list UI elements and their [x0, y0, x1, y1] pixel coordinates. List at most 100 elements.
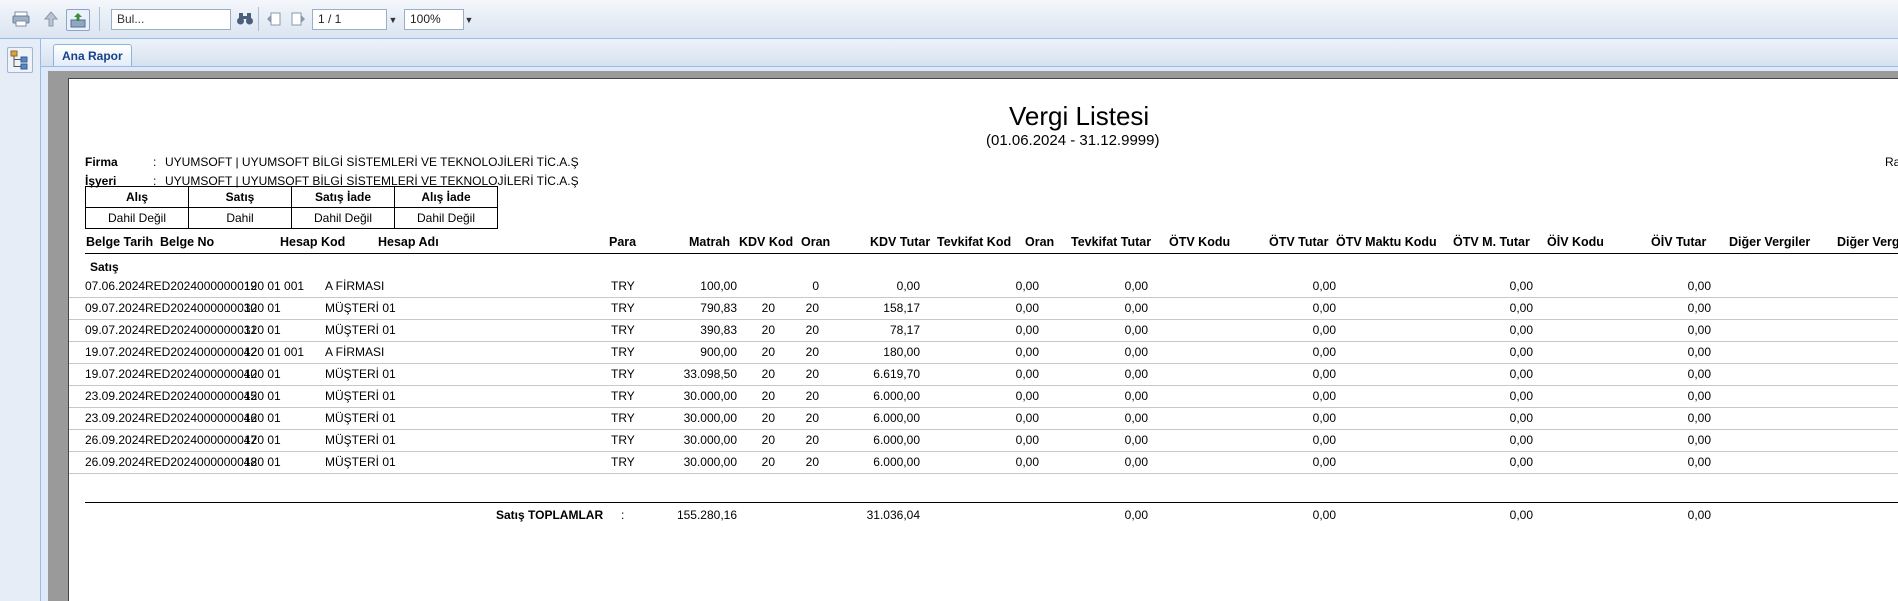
cell-kdv-kod: 20 [761, 433, 775, 447]
cell-tevkifat-tutar: 0,00 [1124, 367, 1148, 381]
cell-hesap-kod: 120 01 [244, 301, 281, 315]
cell-hesap-kod: 120 01 001 [244, 279, 305, 293]
tax-header-alis-iade: Alış İade [394, 186, 498, 208]
cell-kdv-oran: 20 [805, 411, 819, 425]
cell-otv-tutar: 0,00 [1312, 389, 1336, 403]
cell-tevkifat-tutar: 0,00 [1124, 389, 1148, 403]
cell-belge-no: RED2024000000042 [145, 345, 258, 359]
cell-hesap-kod: 120 01 [244, 323, 281, 337]
upload-icon[interactable] [40, 9, 62, 29]
cell-tevkifat-tutar: 0,00 [1124, 301, 1148, 315]
cell-otv-m-tutar: 0,00 [1509, 411, 1533, 425]
cell-kdv-kod: 20 [761, 411, 775, 425]
cell-kdv-tutar: 6.000,00 [873, 455, 920, 469]
cell-hesap-kod: 120 01 [244, 389, 281, 403]
totals-separator [85, 502, 1898, 503]
cell-hesap-adi: A FİRMASI [325, 345, 385, 359]
export-icon[interactable] [66, 9, 90, 31]
cell-hesap-kod: 120 01 [244, 433, 281, 447]
cell-kdv-oran: 20 [805, 323, 819, 337]
cell-hesap-adi: MÜŞTERİ 01 [325, 323, 396, 337]
cell-oiv-tutar: 0,00 [1687, 455, 1711, 469]
zoom-dropdown-chevron-icon[interactable]: ▼ [463, 9, 475, 30]
tax-value-satis: Dahil [188, 207, 292, 229]
cell-otv-m-tutar: 0,00 [1509, 455, 1533, 469]
cell-para: TRY [611, 411, 635, 425]
document-map-icon[interactable] [7, 47, 33, 73]
col-tevkifat-oran: Oran [1025, 235, 1055, 249]
cell-kdv-oran: 20 [805, 367, 819, 381]
cell-belge-tarih: 09.07.2024 [85, 301, 146, 315]
cell-otv-m-tutar: 0,00 [1509, 279, 1533, 293]
tax-value-alis: Dahil Değil [85, 207, 189, 229]
cell-para: TRY [611, 345, 635, 359]
previous-page-icon[interactable] [263, 9, 285, 29]
next-page-icon[interactable] [287, 9, 309, 29]
cell-kdv-oran: 20 [805, 345, 819, 359]
col-otv-tutar: ÖTV Tutar [1269, 235, 1329, 249]
right-edge-label: Ra [1885, 155, 1898, 169]
cell-hesap-adi: MÜŞTERİ 01 [325, 433, 396, 447]
cell-tevkifat-oran: 0,00 [1015, 389, 1039, 403]
col-matrah: Matrah [689, 235, 730, 249]
page-indicator-field[interactable]: 1 / 1 [312, 9, 387, 30]
cell-matrah: 30.000,00 [683, 433, 737, 447]
cell-otv-m-tutar: 0,00 [1509, 323, 1533, 337]
col-diger-vergiler: Diğer Vergiler [1729, 235, 1811, 249]
totals-tevkifat-tutar: 0,00 [1124, 508, 1148, 522]
col-otv-m-tutar: ÖTV M. Tutar [1453, 235, 1530, 249]
cell-belge-no: RED2024000000030 [145, 301, 258, 315]
cell-para: TRY [611, 389, 635, 403]
tax-header-satis-iade: Satış İade [291, 186, 395, 208]
tax-header-alis: Alış [85, 186, 189, 208]
report-tab-strip: Ana Rapor [41, 39, 1898, 67]
cell-hesap-adi: MÜŞTERİ 01 [325, 389, 396, 403]
table-row: 26.09.2024 RED2024000000048 120 01 MÜŞTERİ … [69, 451, 1898, 474]
cell-kdv-oran: 20 [805, 455, 819, 469]
cell-otv-m-tutar: 0,00 [1509, 345, 1533, 359]
page-dropdown-chevron-icon[interactable]: ▼ [387, 9, 399, 30]
cell-oiv-tutar: 0,00 [1687, 389, 1711, 403]
table-row: 23.09.2024 RED2024000000046 120 01 MÜŞTERİ … [69, 407, 1898, 430]
col-belge-no: Belge No [160, 235, 215, 249]
cell-belge-no: RED2024000000040 [145, 367, 258, 381]
cell-para: TRY [611, 279, 635, 293]
cell-kdv-oran: 20 [805, 433, 819, 447]
cell-hesap-kod: 120 01 [244, 367, 281, 381]
binoculars-icon[interactable] [234, 9, 256, 29]
col-kdv-kod: KDV Kod [739, 235, 794, 249]
cell-tevkifat-oran: 0,00 [1015, 323, 1039, 337]
col-otv-kodu: ÖTV Kodu [1169, 235, 1231, 249]
cell-belge-tarih: 23.09.2024 [85, 389, 146, 403]
col-oiv-kodu: ÖİV Kodu [1547, 235, 1604, 249]
cell-otv-m-tutar: 0,00 [1509, 389, 1533, 403]
table-row: 19.07.2024 RED2024000000042 120 01 001 A Fİ… [69, 341, 1898, 364]
cell-hesap-kod: 120 01 [244, 411, 281, 425]
cell-hesap-adi: MÜŞTERİ 01 [325, 367, 396, 381]
tab-ana-rapor[interactable]: Ana Rapor [53, 44, 132, 66]
col-para: Para [609, 235, 637, 249]
totals-oiv-tutar: 0,00 [1687, 508, 1711, 522]
col-hesap-kod: Hesap Kod [280, 235, 346, 249]
cell-kdv-kod: 20 [761, 301, 775, 315]
report-title: Vergi Listesi [1009, 101, 1150, 131]
cell-belge-tarih: 09.07.2024 [85, 323, 146, 337]
cell-kdv-kod: 20 [761, 345, 775, 359]
report-toolbar: Bul... 1 / 1 ▼ 100% ▼ [0, 0, 1898, 39]
cell-kdv-oran: 20 [805, 389, 819, 403]
cell-tevkifat-oran: 0,00 [1015, 411, 1039, 425]
cell-matrah: 30.000,00 [683, 411, 737, 425]
cell-para: TRY [611, 367, 635, 381]
cell-kdv-tutar: 78,17 [889, 323, 920, 337]
col-kdv-tutar: KDV Tutar [870, 235, 931, 249]
totals-label: Satış TOPLAMLAR [496, 508, 604, 522]
toolbar-separator [258, 7, 259, 31]
cell-hesap-kod: 120 01 [244, 455, 281, 469]
cell-otv-m-tutar: 0,00 [1509, 301, 1533, 315]
tax-header-satis: Satış [188, 186, 292, 208]
zoom-field[interactable]: 100% [404, 9, 464, 30]
cell-belge-tarih: 19.07.2024 [85, 345, 146, 359]
cell-oiv-tutar: 0,00 [1687, 411, 1711, 425]
print-icon[interactable] [10, 9, 32, 29]
search-input[interactable]: Bul... [111, 9, 231, 30]
